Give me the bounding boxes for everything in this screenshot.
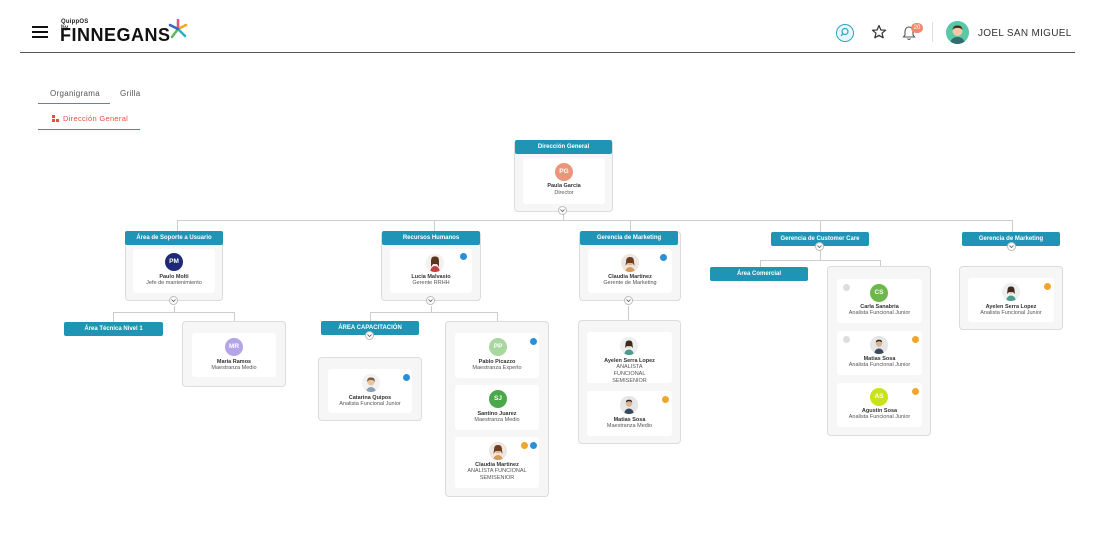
- search-icon[interactable]: [836, 24, 854, 42]
- person-role: Analista Funcional Junior: [980, 310, 1042, 316]
- status-badge: [460, 253, 467, 260]
- expand-chevron-icon[interactable]: [169, 296, 178, 305]
- person-card-maria-ramos[interactable]: MR Maria Ramos Maestranza Medio: [192, 333, 276, 377]
- person-card-claudia-martinez[interactable]: Claudia Martinez ANALISTA FUNCIONAL SEMI…: [455, 437, 539, 488]
- person-role: Analista Funcional Junior: [848, 362, 911, 368]
- user-avatar[interactable]: [946, 21, 969, 44]
- connector-line: [820, 220, 821, 232]
- node-title-soporte[interactable]: Área de Soporte a Usuario: [125, 231, 223, 245]
- person-role: Analista Funcional Junior: [848, 310, 911, 316]
- avatar: AS: [870, 388, 888, 406]
- tab-grilla[interactable]: Grilla: [120, 89, 140, 98]
- status-badge: [403, 374, 410, 381]
- status-badge: [843, 336, 850, 343]
- person-photo: [362, 374, 380, 392]
- avatar: PM: [165, 253, 183, 271]
- tab-organigrama[interactable]: Organigrama: [50, 89, 100, 98]
- status-badge: [521, 442, 528, 449]
- person-card-santino-juarez[interactable]: SJ Santino Juarez Maestranza Medio: [455, 385, 539, 430]
- logo-star-icon: [168, 19, 188, 39]
- person-role: Gerente RRHH: [412, 280, 450, 286]
- person-role: Jefe de mantenimiento: [146, 280, 202, 286]
- avatar: SJ: [489, 390, 507, 408]
- top-bar: QuippOS by FINNEGANS 20 JOEL SAN MIGUEL: [0, 0, 1100, 54]
- person-role: Maestranza Medio: [606, 423, 653, 429]
- avatar: CS: [870, 284, 888, 302]
- connector-line: [113, 312, 114, 322]
- user-name[interactable]: JOEL SAN MIGUEL: [978, 28, 1072, 39]
- connector-line: [113, 312, 234, 313]
- connector-line: [760, 260, 880, 261]
- connector-line: [177, 220, 1013, 221]
- person-card-claudia-martinez-gerente[interactable]: Claudia Martinez Gerente de Marketing: [588, 249, 672, 293]
- status-badge: [660, 254, 667, 261]
- person-photo: [870, 336, 888, 354]
- person-photo: [621, 254, 639, 272]
- status-badge: [530, 338, 537, 345]
- person-photo: [489, 442, 507, 460]
- node-title-area-tecnica[interactable]: Área Técnica Nivel 1: [64, 322, 163, 336]
- org-chart-icon: [52, 115, 59, 122]
- person-card-catarina-quipos[interactable]: Catarina Quipos Analista Funcional Junio…: [328, 369, 412, 413]
- node-title-marketing[interactable]: Gerencia de Marketing: [580, 231, 678, 245]
- person-card-ayelen-serra-lopez-2[interactable]: Ayelen Serra Lopez Analista Funcional Ju…: [968, 278, 1054, 322]
- person-name: Paula Garcia: [547, 183, 581, 189]
- person-card-matias-sosa-cc[interactable]: Matias Sosa Analista Funcional Junior: [837, 331, 922, 375]
- avatar: PG: [555, 163, 573, 181]
- active-tab-indicator: [38, 103, 110, 104]
- person-role: Maestranza Medio: [474, 417, 520, 423]
- expand-chevron-icon[interactable]: [624, 296, 633, 305]
- breadcrumb-underline: [38, 129, 140, 130]
- status-badge: [1044, 283, 1051, 290]
- status-badge: [912, 388, 919, 395]
- person-card-paulo-molti[interactable]: PM Paulo Molti Jefe de mantenimiento: [133, 249, 215, 293]
- avatar: MR: [225, 338, 243, 356]
- connector-line: [628, 306, 629, 321]
- node-title-area-comercial[interactable]: Área Comercial: [710, 267, 808, 281]
- person-card-agustin-sosa[interactable]: AS Agustin Sosa Analista Funcional Junio…: [837, 383, 922, 427]
- person-photo: [426, 254, 444, 272]
- connector-line: [370, 312, 497, 313]
- node-title-recursos-humanos[interactable]: Recursos Humanos: [382, 231, 480, 245]
- status-badge: [843, 284, 850, 291]
- person-photo: [620, 396, 638, 414]
- person-card-carla-sanabria[interactable]: CS Carla Sanabria Analista Funcional Jun…: [837, 279, 922, 323]
- connector-line: [820, 250, 821, 260]
- breadcrumb-label: Dirección General: [63, 114, 129, 123]
- person-role: Maestranza Experto: [472, 365, 522, 371]
- person-card-paula-garcia[interactable]: PG Paula Garcia Director: [523, 158, 605, 204]
- person-role: Director: [554, 190, 574, 196]
- person-photo: [620, 337, 638, 355]
- person-role: Gerente de Marketing: [603, 280, 657, 286]
- person-role: Analista Funcional Junior: [848, 414, 911, 420]
- notification-count-badge[interactable]: 20: [911, 23, 923, 33]
- logo-text: FINNEGANS: [60, 25, 171, 45]
- avatar: PP: [489, 338, 507, 356]
- connector-line: [1012, 220, 1013, 232]
- status-badge: [662, 396, 669, 403]
- status-badge: [912, 336, 919, 343]
- person-card-matias-sosa[interactable]: Matias Sosa Maestranza Medio: [587, 391, 672, 436]
- node-title-direccion-general[interactable]: Dirección General: [515, 140, 612, 154]
- person-role: Maestranza Medio: [211, 365, 257, 371]
- person-card-pablo-picazzo[interactable]: PP Pablo Picazzo Maestranza Experto: [455, 333, 539, 378]
- person-card-ayelen-serra-lopez[interactable]: Ayelen Serra Lopez ANALISTA FUNCIONAL SE…: [587, 332, 672, 384]
- person-role: ANALISTA FUNCIONAL SEMISENIOR: [467, 468, 527, 481]
- header-divider: [932, 22, 933, 42]
- header-divider-line: [20, 52, 1075, 53]
- expand-chevron-icon[interactable]: [426, 296, 435, 305]
- person-role: Analista Funcional Junior: [339, 401, 401, 407]
- expand-chevron-icon[interactable]: [558, 206, 567, 215]
- menu-icon[interactable]: [32, 26, 48, 38]
- person-role: ANALISTA FUNCIONAL SEMISENIOR: [612, 364, 647, 384]
- expand-chevron-icon[interactable]: [1007, 242, 1016, 251]
- expand-chevron-icon[interactable]: [815, 242, 824, 251]
- person-photo: [1002, 283, 1020, 301]
- person-card-lucia-malvasio[interactable]: Lucia Malvasio Gerente RRHH: [390, 249, 472, 293]
- expand-chevron-icon[interactable]: [365, 331, 374, 340]
- status-badge: [530, 442, 537, 449]
- favorites-star-icon[interactable]: [871, 24, 887, 40]
- connector-line: [760, 260, 761, 267]
